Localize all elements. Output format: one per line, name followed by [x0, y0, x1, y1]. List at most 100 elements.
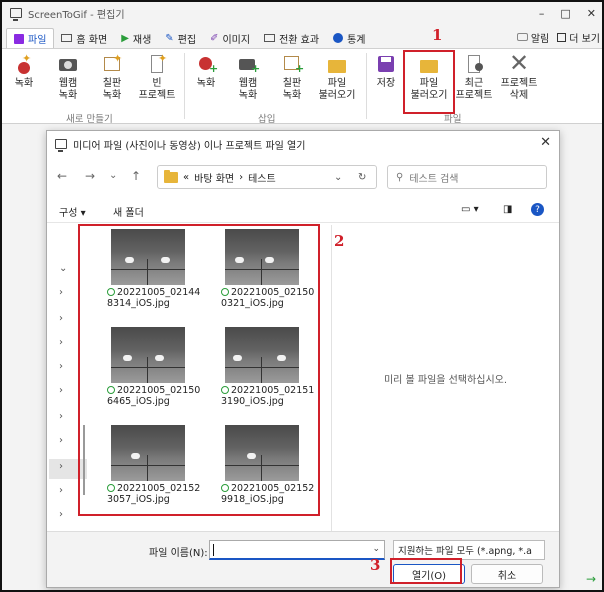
view-options-button[interactable]: ▭ ▾ [461, 204, 479, 215]
filetype-select[interactable]: 지원하는 파일 모두 (*.apng, *.a [393, 540, 545, 560]
organize-button[interactable]: 구성 ▾ [59, 204, 86, 219]
highlight-box-1 [403, 50, 455, 114]
breadcrumb-desktop[interactable]: 바탕 화면 [194, 170, 234, 185]
nav-expand-icon[interactable]: ⌄ [59, 263, 67, 274]
board-plus-icon: + [281, 53, 304, 75]
tab-statistics[interactable]: 통계 [326, 28, 372, 48]
breadcrumb-test[interactable]: 테스트 [248, 170, 276, 185]
preview-message: 미리 볼 파일을 선택하십시오. [383, 374, 508, 386]
tab-image[interactable]: ✐ 이미지 [203, 28, 257, 48]
nav-expand-icon[interactable]: › [59, 435, 63, 446]
minimize-button[interactable]: – [539, 7, 545, 20]
up-arrow-icon[interactable]: ↑ [131, 169, 141, 183]
insert-file-button[interactable]: 파일 불러오기 [314, 53, 360, 102]
command-bar: 구성 ▾ 새 폴더 ▭ ▾ ◨ ? [47, 199, 559, 223]
save-icon [375, 53, 397, 75]
folder-icon [164, 169, 178, 183]
help-icon[interactable]: ? [531, 203, 544, 216]
filename-input[interactable]: ⌄ [209, 540, 385, 560]
app-window: ScreenToGif - 편집기 – □ ✕ 파일 홈 화면 ▶ 재생 ✎ 편… [0, 0, 604, 592]
recent-file-icon [463, 53, 485, 75]
transition-icon [264, 34, 276, 42]
window-title: ScreenToGif - 편집기 [28, 9, 125, 21]
floppy-icon [14, 33, 24, 44]
forward-arrow-icon[interactable]: → [85, 169, 95, 183]
maximize-button[interactable]: □ [560, 7, 570, 20]
group-label-new: 새로 만들기 [66, 114, 113, 125]
insert-board-button[interactable]: + 칠판 녹화 [272, 53, 312, 102]
tab-playback[interactable]: ▶ 재생 [114, 28, 158, 48]
info-icon [333, 33, 344, 43]
title-bar: ScreenToGif - 편집기 – □ ✕ [2, 2, 602, 24]
nav-expand-icon[interactable]: › [59, 337, 63, 348]
ribbon-tabs: 파일 홈 화면 ▶ 재생 ✎ 편집 ✐ 이미지 전환 효과 통계 [2, 26, 602, 48]
delete-project-button[interactable]: ✕ 프로젝트 삭제 [496, 49, 542, 102]
dialog-app-icon [55, 139, 67, 152]
camera-icon [57, 53, 79, 75]
chevron-down-icon[interactable]: ⌄ [372, 544, 380, 554]
filename-label: 파일 이름(N): [149, 548, 208, 559]
tab-edit[interactable]: ✎ 편집 [158, 28, 203, 48]
app-icon [10, 8, 22, 21]
nav-expand-icon[interactable]: › [59, 385, 63, 396]
preview-pane: 미리 볼 파일을 선택하십시오. [331, 225, 559, 531]
cancel-button[interactable]: 취소 [471, 564, 543, 584]
pencil-icon: ✎ [165, 32, 174, 44]
insert-webcam-button[interactable]: + 웹캠 녹화 [228, 53, 268, 102]
arrow-right-icon: → [585, 572, 596, 586]
play-icon: ▶ [121, 32, 129, 44]
ribbon: ✦ 녹화 웹캠 녹화 ✦ 칠판 녹화 ✦ 빈 프로젝트 새로 만들기 + 녹화 … [2, 48, 602, 125]
nav-expand-icon[interactable]: › [59, 411, 63, 422]
camera-plus-icon: + [237, 53, 260, 75]
record-plus-icon: + [195, 53, 218, 75]
highlight-box-3 [390, 558, 462, 584]
nav-expand-icon[interactable]: › [59, 509, 63, 520]
new-folder-button[interactable]: 새 폴더 [113, 204, 144, 219]
save-button[interactable]: 저장 [366, 53, 406, 90]
recent-projects-button[interactable]: 최근 프로젝트 [452, 53, 496, 102]
refresh-icon[interactable]: ↻ [358, 172, 366, 183]
back-arrow-icon[interactable]: ← [57, 169, 67, 183]
nav-expand-icon[interactable]: › [59, 461, 63, 472]
dialog-close-button[interactable]: ✕ [540, 135, 551, 150]
address-bar[interactable]: « 바탕 화면 › 테스트 ⌄ ↻ [157, 165, 377, 189]
dialog-title-bar: 미디어 파일 (사진이나 동영상) 이나 프로젝트 파일 열기 ✕ [47, 131, 559, 157]
notification-button[interactable]: 알림 [516, 30, 549, 45]
close-button[interactable]: ✕ [587, 7, 596, 20]
folder-icon [326, 53, 348, 75]
webcam-record-button[interactable]: 웹캠 녹화 [48, 53, 88, 102]
preview-pane-icon[interactable]: ◨ [503, 204, 512, 215]
new-project-button[interactable]: ✦ 빈 프로젝트 [134, 53, 180, 102]
delete-x-icon: ✕ [509, 49, 530, 77]
new-file-icon: ✦ [146, 53, 168, 75]
record-icon: ✦ [13, 53, 35, 75]
home-icon [61, 34, 73, 42]
nav-expand-icon[interactable]: › [59, 287, 63, 298]
step-number-2: 2 [334, 232, 345, 250]
tab-file[interactable]: 파일 [6, 28, 55, 48]
menu-icon [557, 32, 567, 42]
step-number-3: 3 [370, 556, 381, 574]
nav-expand-icon[interactable]: › [59, 485, 63, 496]
tab-transition[interactable]: 전환 효과 [257, 28, 326, 48]
board-record-button[interactable]: ✦ 칠판 녹화 [92, 53, 132, 102]
search-icon: ⚲ [396, 171, 404, 183]
nav-expand-icon[interactable]: › [59, 361, 63, 372]
highlight-box-2 [78, 224, 320, 516]
dialog-footer: 파일 이름(N): ⌄ 지원하는 파일 모두 (*.apng, *.a 열기(O… [47, 531, 559, 587]
search-input[interactable]: ⚲ 테스트 검색 [387, 165, 547, 189]
chevron-down-icon[interactable]: ⌄ [109, 170, 117, 181]
record-button[interactable]: ✦ 녹화 [4, 53, 44, 90]
brush-icon: ✐ [210, 32, 219, 44]
step-number-1: 1 [432, 26, 443, 44]
nav-expand-icon[interactable]: › [59, 313, 63, 324]
tab-home[interactable]: 홈 화면 [54, 28, 114, 48]
address-dropdown-icon[interactable]: ⌄ [334, 172, 342, 183]
bell-icon [516, 33, 528, 41]
dialog-title: 미디어 파일 (사진이나 동영상) 이나 프로젝트 파일 열기 [73, 140, 306, 152]
group-label-insert: 삽입 [258, 114, 276, 125]
more-button[interactable]: 더 보기 [557, 30, 600, 45]
insert-record-button[interactable]: + 녹화 [186, 53, 226, 90]
nav-bar: ← → ⌄ ↑ « 바탕 화면 › 테스트 ⌄ ↻ ⚲ 테스트 검색 [47, 161, 559, 191]
board-icon: ✦ [101, 53, 123, 75]
